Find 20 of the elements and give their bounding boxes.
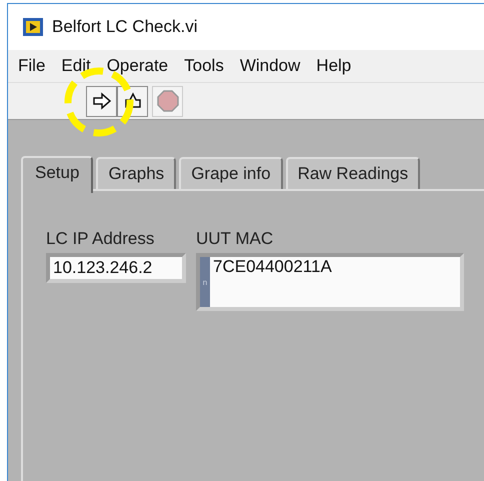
tab[interactable]: Raw Readings <box>286 157 420 189</box>
menu-item[interactable]: Operate <box>98 56 176 76</box>
arrow-icon <box>92 92 112 110</box>
app-icon <box>22 17 44 37</box>
menu-item[interactable]: Edit <box>53 56 99 76</box>
input-field[interactable]: 10.123.246.2 <box>46 253 186 283</box>
stop-icon <box>156 89 180 113</box>
menu-item[interactable]: Help <box>308 56 360 76</box>
field-label: LC IP Address <box>46 229 156 249</box>
tab[interactable]: Graphs <box>96 157 176 189</box>
window-title: Belfort LC Check.vi <box>52 17 198 37</box>
field-value: 7CE04400211A <box>212 257 333 278</box>
text-area[interactable]: n 7CE04400211A <box>196 253 464 311</box>
menu-item[interactable]: Window <box>232 56 308 76</box>
tab[interactable]: Grape info <box>179 157 283 189</box>
menu-item[interactable]: File <box>10 56 54 76</box>
menu-item[interactable]: Tools <box>176 56 232 76</box>
tab[interactable]: Setup <box>21 156 94 193</box>
run-button[interactable] <box>86 86 117 116</box>
field-label: UUT MAC <box>196 229 274 249</box>
